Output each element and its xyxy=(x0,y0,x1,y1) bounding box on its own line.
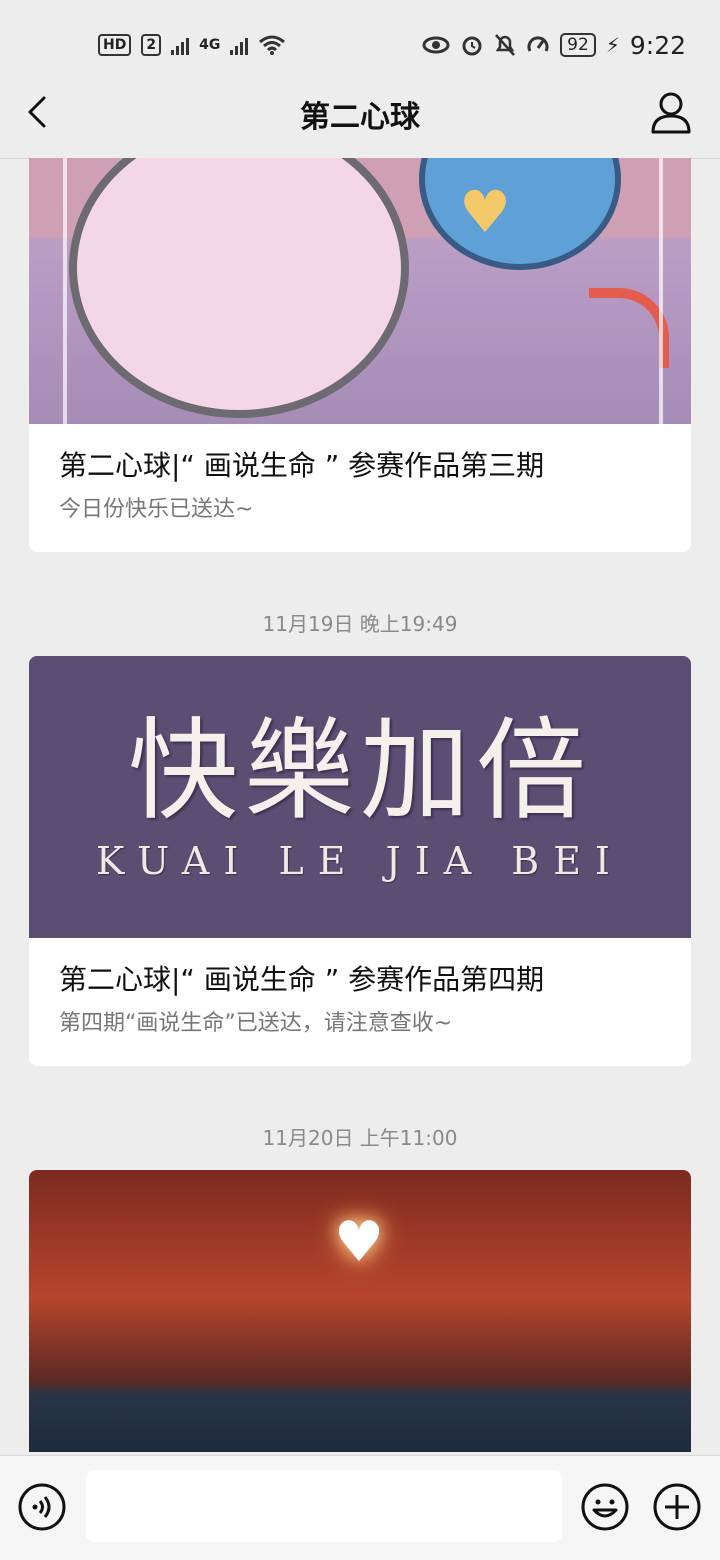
article-card[interactable]: ♥ xyxy=(29,1170,691,1452)
message-timestamp: 11月19日 晚上19:49 xyxy=(262,612,458,636)
mute-bell-icon xyxy=(495,34,516,56)
signal-bars-icon xyxy=(230,35,249,55)
person-icon[interactable] xyxy=(650,90,692,134)
status-right: 92 ⚡ 9:22 xyxy=(422,31,686,60)
cover-title-cn: 快樂加倍 xyxy=(128,707,592,835)
article-card[interactable]: 快樂加倍 KUAI LE JIA BEI 第二心球|“ 画说生命 ” 参赛作品第… xyxy=(29,656,691,1066)
message-input[interactable] xyxy=(86,1470,562,1542)
article-card[interactable]: ♥ 第二心球|“ 画说生命 ” 参赛作品第三期 今日份快乐已送达~ xyxy=(29,158,691,552)
article-cover-image: ♥ xyxy=(29,158,691,424)
back-chevron-icon[interactable] xyxy=(20,92,60,132)
hd-badge: HD xyxy=(98,34,132,56)
article-title: 第二心球|“ 画说生命 ” 参赛作品第三期 xyxy=(59,449,545,482)
article-title: 第二心球|“ 画说生命 ” 参赛作品第四期 xyxy=(59,963,545,996)
article-description: 今日份快乐已送达~ xyxy=(59,497,254,522)
cover-title-en: KUAI LE JIA BEI xyxy=(96,839,624,883)
charging-icon: ⚡ xyxy=(605,33,620,57)
signal-bars-icon xyxy=(171,35,190,55)
plus-icon[interactable] xyxy=(652,1482,702,1532)
network-type: 4G xyxy=(199,37,221,53)
alarm-icon xyxy=(462,36,482,56)
sim-badge: 2 xyxy=(141,34,162,56)
article-description: 第四期“画说生命”已送达，请注意查收~ xyxy=(59,1011,453,1036)
emoji-icon[interactable] xyxy=(580,1482,630,1532)
battery-level: 92 xyxy=(560,33,596,57)
voice-icon[interactable] xyxy=(18,1483,66,1531)
eye-icon xyxy=(422,36,450,54)
article-cover-image: ♥ xyxy=(29,1170,691,1452)
status-left: HD 2 4G xyxy=(98,34,286,56)
nav-header: 第二心球 xyxy=(0,70,720,159)
chat-input-bar xyxy=(0,1455,720,1560)
message-timestamp: 11月20日 上午11:00 xyxy=(262,1126,458,1150)
speedometer-icon xyxy=(527,36,549,52)
heart-sun-icon: ♥ xyxy=(333,1210,385,1275)
status-time: 9:22 xyxy=(629,30,686,60)
page-title: 第二心球 xyxy=(300,100,420,135)
article-cover-image: 快樂加倍 KUAI LE JIA BEI xyxy=(29,656,691,938)
wifi-icon xyxy=(259,35,286,55)
